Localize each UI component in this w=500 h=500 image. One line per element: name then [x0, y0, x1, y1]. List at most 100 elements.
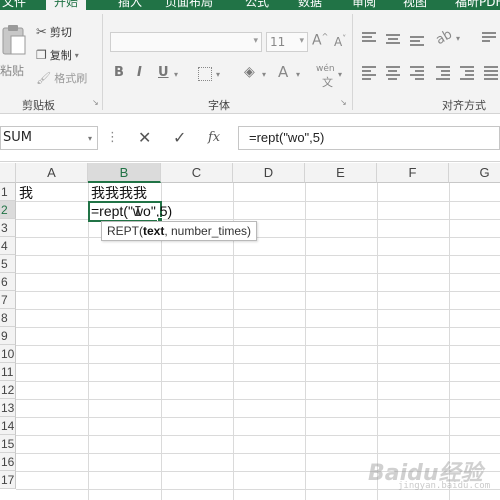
group-separator — [102, 14, 103, 110]
fill-color-icon[interactable]: ◈ — [244, 64, 255, 80]
group-separator — [352, 14, 353, 110]
decrease-font-label: A — [334, 35, 343, 49]
insert-function-button[interactable]: fx — [208, 130, 220, 145]
row-header-3[interactable]: 3 — [0, 219, 16, 237]
tooltip-rest[interactable]: , number_times) — [164, 224, 251, 238]
select-all-corner[interactable] — [0, 163, 16, 183]
row-header-15[interactable]: 15 — [0, 435, 16, 453]
row-header-7[interactable]: 7 — [0, 291, 16, 309]
row-header-6[interactable]: 6 — [0, 273, 16, 291]
format-painter-label: 格式刷 — [54, 72, 88, 85]
row-header-16[interactable]: 16 — [0, 453, 16, 471]
row-header-13[interactable]: 13 — [0, 399, 16, 417]
increase-font-button[interactable]: A^ — [312, 32, 328, 49]
tab-data[interactable]: 数据 — [298, 0, 322, 10]
row-header-4[interactable]: 4 — [0, 237, 16, 255]
column-header-c[interactable]: C — [161, 163, 233, 183]
formula-input[interactable]: =rept("wo",5) — [238, 126, 500, 150]
column-header-f[interactable]: F — [377, 163, 449, 183]
italic-button[interactable]: I — [137, 65, 142, 80]
grid-line — [16, 453, 500, 454]
grid-line — [16, 309, 500, 310]
phonetic-dropdown-icon[interactable]: ▾ — [338, 70, 342, 79]
ribbon-tab-strip: 文件 开始 插入 页面布局 公式 数据 审阅 视图 福昕PDF — [0, 0, 500, 10]
orientation-dropdown-icon[interactable]: ▾ — [456, 34, 460, 43]
increase-indent-icon[interactable] — [460, 66, 474, 82]
tab-home[interactable]: 开始 — [46, 0, 87, 10]
align-bottom-icon[interactable] — [410, 36, 424, 48]
clipboard-launcher-icon[interactable]: ↘ — [92, 98, 99, 107]
decrease-indent-icon[interactable] — [436, 66, 450, 82]
wrap-text-icon[interactable] — [482, 32, 496, 44]
name-box-dropdown-icon[interactable]: ▾ — [88, 134, 92, 143]
row-header-17[interactable]: 17 — [0, 471, 16, 489]
copy-dropdown-icon[interactable]: ▾ — [75, 51, 79, 60]
merge-center-icon[interactable] — [484, 66, 498, 82]
format-painter-button[interactable]: 🖌 格式刷 — [36, 70, 87, 86]
font-color-dropdown-icon[interactable]: ▾ — [296, 70, 300, 79]
fill-dropdown-icon[interactable]: ▾ — [262, 70, 266, 79]
align-top-icon[interactable] — [362, 32, 376, 44]
underline-dropdown-icon[interactable]: ▾ — [174, 70, 178, 79]
row-header-2[interactable]: 2 — [0, 201, 16, 219]
row-header-11[interactable]: 11 — [0, 363, 16, 381]
tab-file[interactable]: 文件 — [2, 0, 26, 10]
row-header-12[interactable]: 12 — [0, 381, 16, 399]
borders-icon[interactable] — [198, 67, 212, 81]
row-header-5[interactable]: 5 — [0, 255, 16, 273]
grid-line — [16, 291, 500, 292]
align-right-icon[interactable] — [410, 66, 424, 82]
function-tooltip[interactable]: REPT(text, number_times) — [101, 221, 258, 241]
align-middle-icon[interactable] — [386, 34, 400, 46]
more-options-icon[interactable]: ⋮ — [106, 130, 119, 145]
align-center-icon[interactable] — [386, 66, 400, 82]
baidu-watermark-url: jingyan.baidu.com — [398, 481, 491, 491]
row-header-1[interactable]: 1 — [0, 183, 16, 201]
cell-b1[interactable]: 我我我我 — [91, 183, 147, 203]
tab-review[interactable]: 审阅 — [352, 0, 376, 10]
decrease-font-button[interactable]: A˅ — [334, 34, 346, 49]
row-header-14[interactable]: 14 — [0, 417, 16, 435]
column-header-g[interactable]: G — [449, 163, 500, 183]
paste-button[interactable]: 粘贴 — [0, 24, 28, 84]
phonetic-button[interactable]: wén — [316, 64, 335, 74]
paste-label: 粘贴 — [0, 64, 25, 78]
tab-foxit-pdf[interactable]: 福昕PDF — [455, 0, 500, 10]
align-left-icon[interactable] — [362, 66, 376, 82]
name-box[interactable]: SUM — [0, 126, 98, 150]
chevron-down-icon: ▾ — [253, 36, 258, 46]
row-header-10[interactable]: 10 — [0, 345, 16, 363]
tab-insert[interactable]: 插入 — [118, 0, 142, 10]
grid-line — [16, 435, 500, 436]
font-launcher-icon[interactable]: ↘ — [340, 98, 347, 107]
enter-button[interactable]: ✓ — [173, 128, 186, 147]
font-color-button[interactable]: A — [278, 63, 288, 81]
tooltip-arg-text[interactable]: text — [143, 224, 164, 238]
underline-button[interactable]: U — [158, 65, 169, 80]
cancel-button[interactable]: ✕ — [138, 128, 151, 147]
copy-button[interactable]: ❐ 复制 ▾ — [36, 47, 79, 63]
spreadsheet-grid: A B C D E F G 1 2 3 4 5 6 7 8 9 10 11 12… — [0, 163, 500, 500]
tab-view[interactable]: 视图 — [403, 0, 427, 10]
column-header-d[interactable]: D — [233, 163, 305, 183]
borders-dropdown-icon[interactable]: ▾ — [216, 70, 220, 79]
cell-a1[interactable]: 我 — [19, 183, 33, 203]
row-header-8[interactable]: 8 — [0, 309, 16, 327]
tooltip-func: REPT( — [107, 224, 143, 238]
tab-page-layout[interactable]: 页面布局 — [165, 0, 213, 10]
orientation-icon[interactable]: ab — [433, 27, 455, 48]
increase-font-label: A — [312, 32, 322, 49]
caret-up-icon: ^ — [321, 32, 329, 41]
row-header-9[interactable]: 9 — [0, 327, 16, 345]
column-header-a[interactable]: A — [16, 163, 88, 183]
grid-line — [16, 381, 500, 382]
cut-button[interactable]: ✂ 剪切 — [36, 24, 72, 40]
font-size-dropdown[interactable]: 11 ▾ — [266, 32, 308, 52]
column-header-e[interactable]: E — [305, 163, 377, 183]
column-header-b[interactable]: B — [88, 163, 161, 183]
clipboard-group-label: 剪贴板 — [22, 99, 55, 112]
font-name-dropdown[interactable]: ▾ — [110, 32, 262, 52]
bold-button[interactable]: B — [114, 65, 124, 80]
tab-formulas[interactable]: 公式 — [245, 0, 269, 10]
grid-line — [16, 345, 500, 346]
